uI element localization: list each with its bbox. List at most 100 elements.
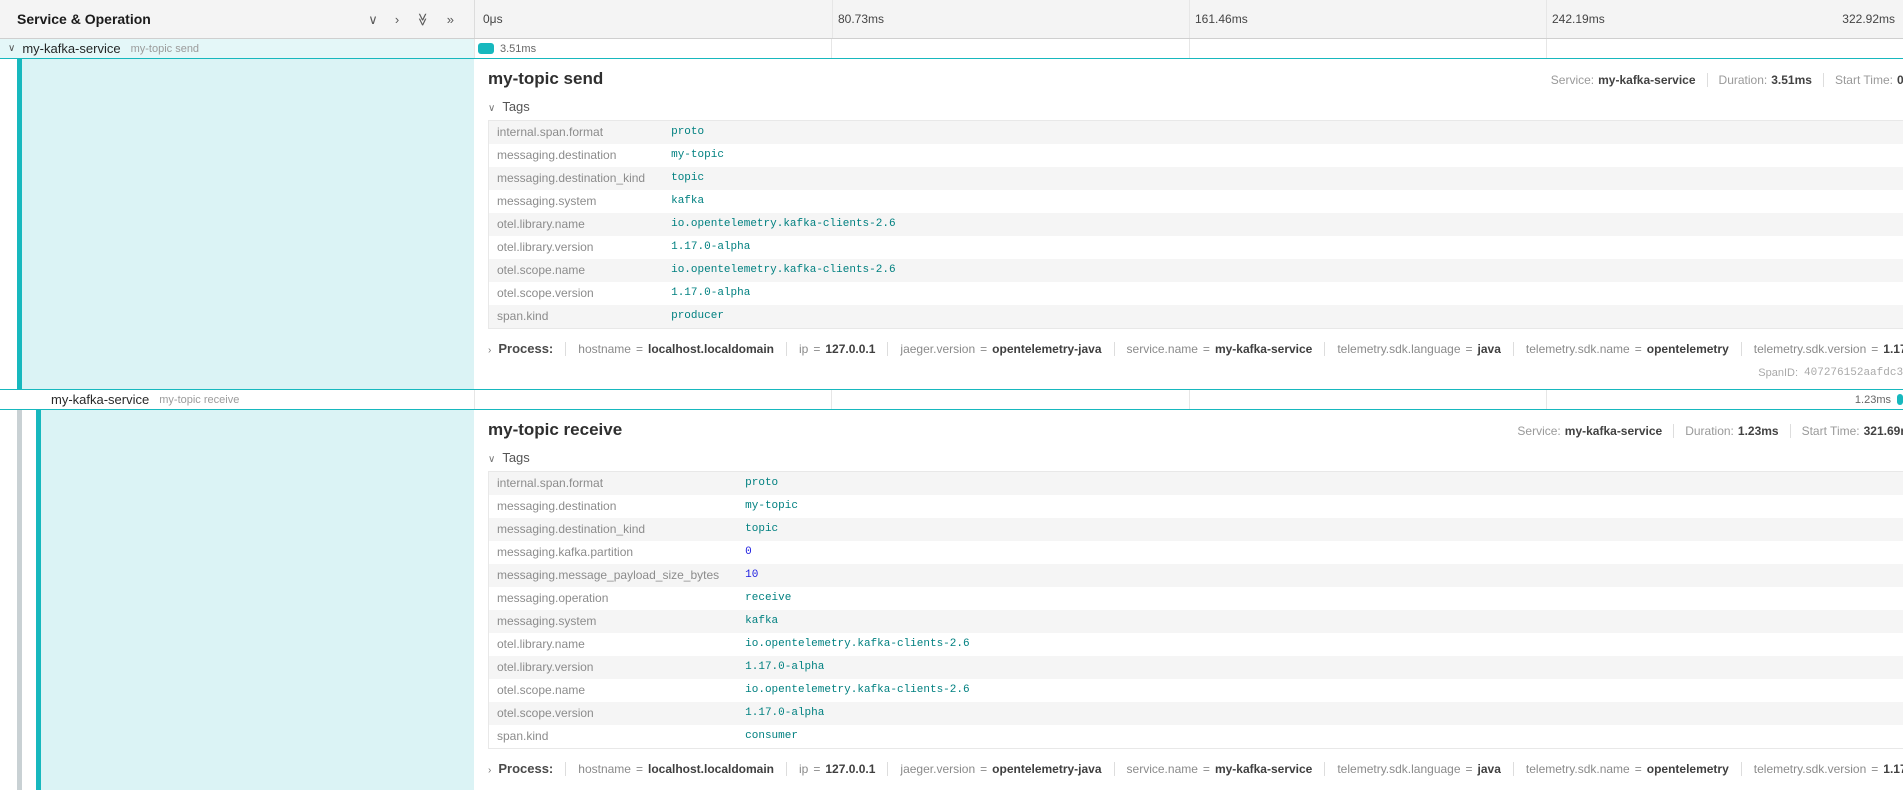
tags-section-toggle[interactable]: ∨Tags [488, 450, 1903, 465]
tag-row: messaging.destinationmy-topic [489, 495, 1903, 518]
tag-value: 1.17.0-alpha [661, 282, 1903, 305]
timeline-header: Service & Operation ∨ › ≫ » 0μs 80.73ms … [0, 0, 1903, 39]
span-detail-panel: my-topic receive Service:my-kafka-servic… [474, 410, 1903, 790]
tag-value: topic [661, 167, 1903, 190]
process-section-label: Process: [498, 341, 553, 356]
overview-label: Start Time: [1835, 73, 1893, 87]
span-row-receive[interactable]: my-kafka-service my-topic receive 1.23ms [0, 390, 1903, 410]
tag-key: span.kind [489, 725, 736, 749]
tag-value: io.opentelemetry.kafka-clients-2.6 [735, 633, 1903, 656]
chevron-down-icon: ∨ [488, 454, 495, 465]
process-value: opentelemetry-java [992, 342, 1101, 356]
process-field: ip=127.0.0.1 [786, 762, 887, 776]
tag-key: messaging.destination_kind [489, 167, 662, 190]
tag-value: kafka [735, 610, 1903, 633]
tag-value: 10 [735, 564, 1903, 587]
span-bar-cell[interactable]: 3.51ms [474, 39, 1903, 58]
tag-key: otel.library.version [489, 236, 662, 259]
process-section-toggle[interactable]: › Process: hostname=localhost.localdomai… [488, 341, 1903, 356]
tick-label: 242.19ms [1552, 12, 1605, 26]
chevron-down-icon[interactable]: ∨ [8, 43, 15, 54]
overview-value: 0μs [1897, 73, 1903, 87]
trace-timeline-view: Service & Operation ∨ › ≫ » 0μs 80.73ms … [0, 0, 1903, 790]
tag-key: messaging.message_payload_size_bytes [489, 564, 736, 587]
tag-row: messaging.destination_kindtopic [489, 518, 1903, 541]
tag-key: otel.scope.name [489, 259, 662, 282]
chevron-right-icon: › [488, 345, 491, 356]
expand-one-icon[interactable]: › [395, 13, 399, 26]
process-value: opentelemetry [1647, 762, 1729, 776]
process-value: 1.17.0 [1883, 342, 1903, 356]
tag-value: my-topic [735, 495, 1903, 518]
process-field: telemetry.sdk.name=opentelemetry [1513, 342, 1741, 356]
span-name-cell[interactable]: ∨ my-kafka-service my-topic send [0, 39, 474, 58]
collapse-one-icon[interactable]: ∨ [368, 13, 378, 26]
equals-sign: = [1871, 762, 1878, 776]
tag-key: messaging.destination_kind [489, 518, 736, 541]
tag-row: otel.scope.nameio.opentelemetry.kafka-cl… [489, 259, 1903, 282]
span-detail-header: my-topic send Service:my-kafka-service D… [488, 69, 1903, 89]
row-gridlines [474, 390, 1903, 409]
process-section-label: Process: [498, 761, 553, 776]
tag-row: internal.span.formatproto [489, 121, 1903, 145]
span-detail-panel: my-topic send Service:my-kafka-service D… [474, 59, 1903, 389]
chevron-right-icon: › [488, 765, 491, 776]
process-value: localhost.localdomain [648, 342, 774, 356]
equals-sign: = [1466, 342, 1473, 356]
service-operation-title: Service & Operation [17, 11, 368, 27]
equals-sign: = [813, 342, 820, 356]
process-value: java [1478, 762, 1501, 776]
tag-value: producer [661, 305, 1903, 329]
process-value: opentelemetry-java [992, 762, 1101, 776]
tag-key: otel.library.name [489, 633, 736, 656]
tags-table: internal.span.formatproto messaging.dest… [488, 471, 1903, 749]
span-operation-name: my-topic receive [159, 394, 239, 406]
tags-section-toggle[interactable]: ∨Tags [488, 99, 1903, 114]
span-detail-row-receive: my-topic receive Service:my-kafka-servic… [0, 410, 1903, 790]
tag-row: messaging.kafka.partition0 [489, 541, 1903, 564]
expand-all-icon[interactable]: » [447, 13, 454, 26]
tree-controls: ∨ › ≫ » [368, 13, 454, 26]
tag-row: messaging.destination_kindtopic [489, 167, 1903, 190]
span-id-value: 407276152aafdc36 [1804, 367, 1903, 379]
overview-label: Duration: [1719, 73, 1768, 87]
span-duration-label: 3.51ms [500, 43, 536, 55]
span-duration-bar[interactable] [478, 43, 494, 54]
process-key: telemetry.sdk.language [1337, 342, 1460, 356]
tag-key: messaging.kafka.partition [489, 541, 736, 564]
process-key: hostname [578, 762, 631, 776]
span-detail-indent [0, 59, 474, 389]
tag-key: messaging.destination [489, 144, 662, 167]
span-name-cell[interactable]: my-kafka-service my-topic receive [0, 390, 474, 409]
equals-sign: = [1871, 342, 1878, 356]
overview-value: my-kafka-service [1598, 73, 1695, 87]
process-field: hostname=localhost.localdomain [565, 762, 786, 776]
tag-value: receive [735, 587, 1903, 610]
tag-row: messaging.message_payload_size_bytes10 [489, 564, 1903, 587]
service-operation-header: Service & Operation ∨ › ≫ » [0, 0, 474, 38]
process-field: service.name=my-kafka-service [1114, 762, 1325, 776]
tag-row: otel.library.nameio.opentelemetry.kafka-… [489, 633, 1903, 656]
overview-label: Service: [1517, 424, 1560, 438]
collapse-all-icon[interactable]: ≫ [416, 12, 429, 26]
tick-label: 161.46ms [1195, 12, 1248, 26]
span-duration-bar[interactable] [1897, 394, 1903, 405]
overview-label: Duration: [1685, 424, 1734, 438]
span-detail-title: my-topic send [488, 69, 603, 89]
span-row-send[interactable]: ∨ my-kafka-service my-topic send 3.51ms [0, 39, 1903, 59]
tag-key: messaging.destination [489, 495, 736, 518]
tag-value: proto [661, 121, 1903, 145]
equals-sign: = [1203, 762, 1210, 776]
tag-row: messaging.operationreceive [489, 587, 1903, 610]
selection-highlight [41, 410, 474, 790]
span-bar-cell[interactable]: 1.23ms [474, 390, 1903, 409]
process-field: telemetry.sdk.language=java [1324, 342, 1513, 356]
equals-sign: = [980, 762, 987, 776]
tag-value: io.opentelemetry.kafka-clients-2.6 [661, 213, 1903, 236]
span-detail-title: my-topic receive [488, 420, 622, 440]
tag-key: internal.span.format [489, 472, 736, 496]
tag-key: otel.library.name [489, 213, 662, 236]
span-operation-name: my-topic send [131, 43, 199, 55]
overview-label: Start Time: [1802, 424, 1860, 438]
process-section-toggle[interactable]: › Process: hostname=localhost.localdomai… [488, 761, 1903, 776]
